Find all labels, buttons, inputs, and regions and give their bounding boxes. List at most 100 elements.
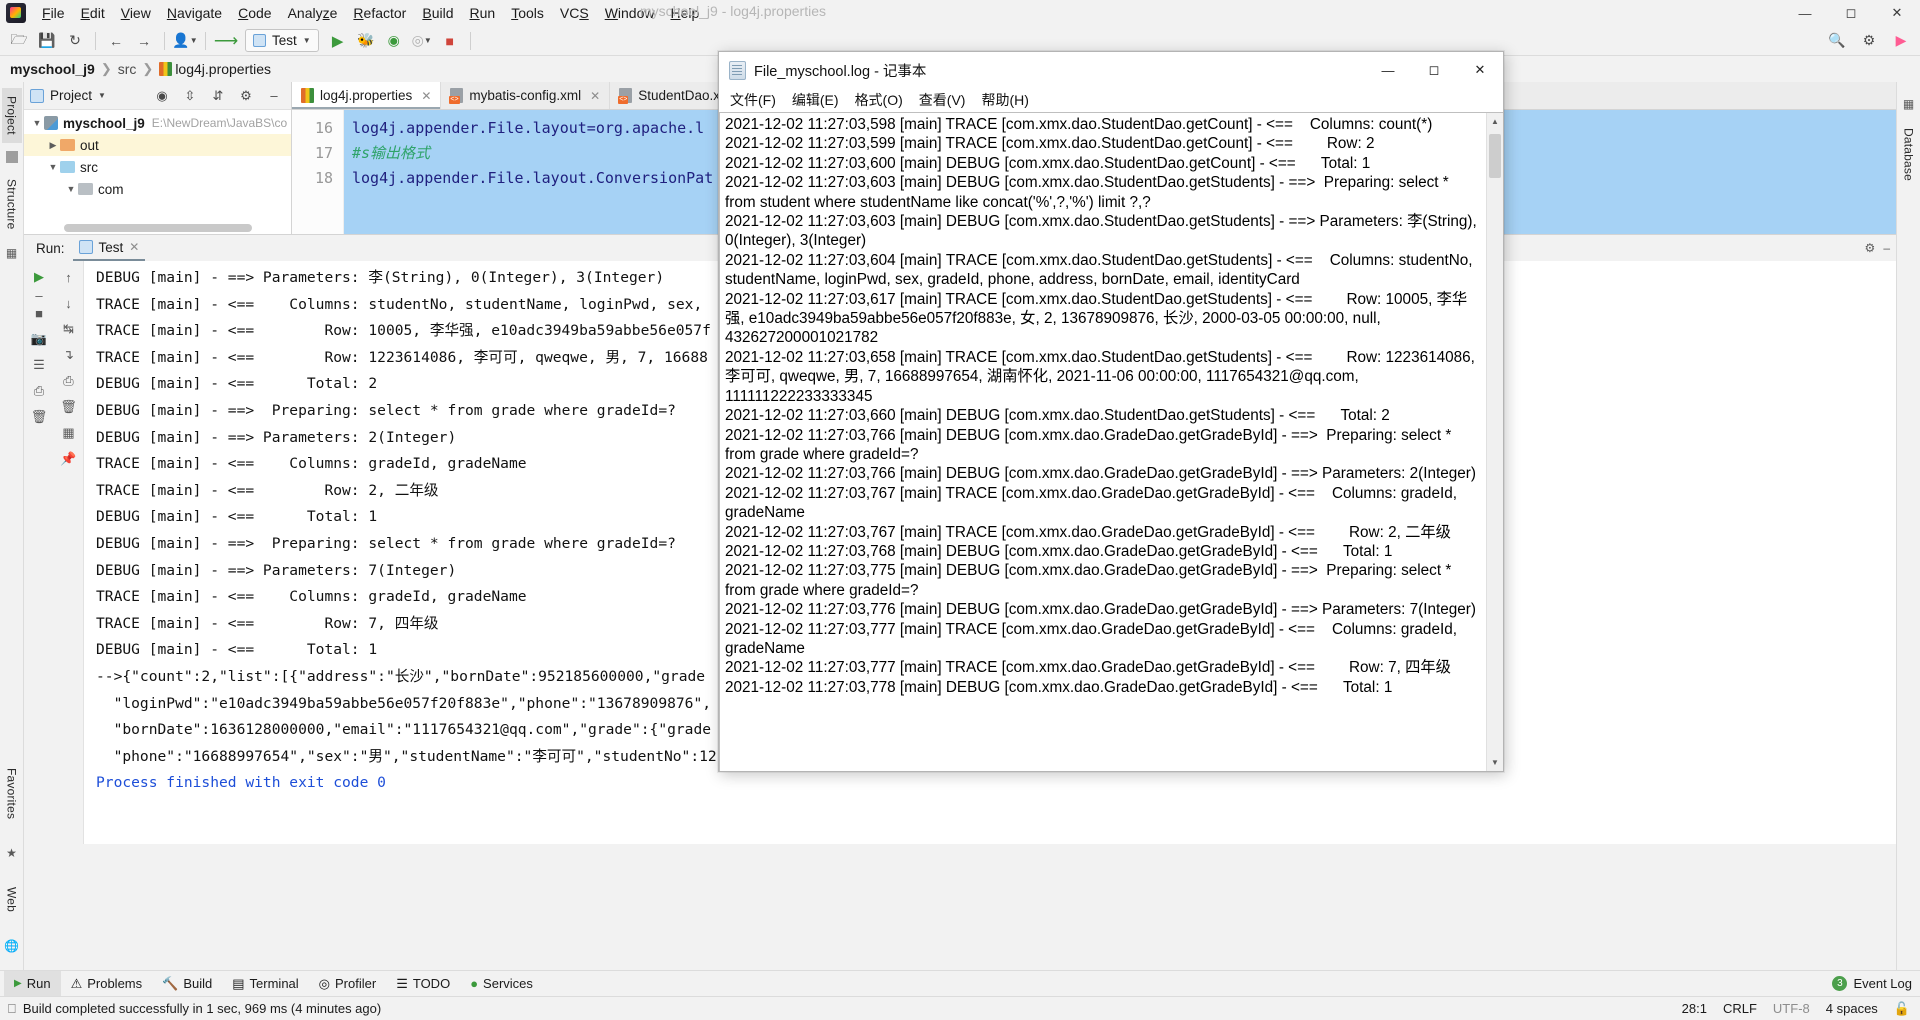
notepad-menu-help[interactable]: 帮助(H) [981, 90, 1028, 110]
hide-icon[interactable]: – [263, 85, 285, 107]
bottom-tab-problems[interactable]: ⚠ Problems [61, 971, 153, 997]
menu-view[interactable]: View [113, 3, 159, 23]
maximize-icon[interactable]: ◻ [1411, 52, 1457, 88]
globe-icon[interactable]: 🌐 [4, 938, 20, 954]
gear-icon[interactable]: ⚙ [1856, 29, 1882, 53]
soft-wrap-icon[interactable]: ↹ [57, 317, 81, 341]
menu-run[interactable]: Run [462, 3, 504, 23]
file-encoding[interactable]: UTF-8 [1773, 1001, 1810, 1016]
lock-icon[interactable]: 🔓 [1894, 1001, 1910, 1017]
grid-icon[interactable]: ▦ [57, 421, 81, 445]
locate-icon[interactable]: ◉ [151, 85, 173, 107]
run-configuration-selector[interactable]: Test ▼ [245, 29, 319, 52]
scroll-up-icon[interactable]: ▲ [1487, 113, 1503, 130]
database-grid-icon[interactable]: ▦ [1901, 96, 1917, 112]
profile-icon[interactable]: ◎ ▼ [409, 29, 435, 53]
tree-item-src[interactable]: ▼ src [24, 156, 291, 178]
sync-icon[interactable]: ↻ [62, 29, 88, 53]
back-arrow-icon[interactable]: ← [103, 29, 129, 53]
trash-icon[interactable]: 🗑 [27, 405, 51, 429]
scroll-down-icon[interactable]: ▼ [1487, 754, 1503, 771]
tab-mybatis-config-xml[interactable]: mybatis-config.xml ✕ [441, 82, 611, 109]
run-icon[interactable]: ▶ [325, 29, 351, 53]
gear-icon[interactable]: ⚙ [1865, 241, 1876, 255]
tab-log4j-properties[interactable]: log4j.properties ✕ [292, 82, 442, 109]
minimize-icon[interactable]: — [1782, 0, 1828, 26]
notepad-menu-format[interactable]: 格式(O) [855, 90, 903, 110]
menu-vcs[interactable]: VCS [552, 3, 597, 23]
bottom-tab-profiler[interactable]: ◎ Profiler [309, 971, 387, 997]
print-icon[interactable]: ⎙ [57, 369, 81, 393]
debug-icon[interactable]: 🐝 [353, 29, 379, 53]
pin-tab-icon[interactable]: ☰ [27, 353, 51, 377]
down-arrow-icon[interactable]: ↓ [57, 291, 81, 315]
tree-item-myschool[interactable]: ▼ myschool_j9 E:\NewDream\JavaBS\co [24, 112, 291, 134]
print-icon[interactable]: ⎙ [27, 379, 51, 403]
close-icon[interactable]: ✕ [421, 89, 431, 103]
menu-tools[interactable]: Tools [503, 3, 552, 23]
maximize-icon[interactable]: ◻ [1828, 0, 1874, 26]
scrollbar-thumb[interactable] [1489, 134, 1501, 178]
event-log-group[interactable]: 3 Event Log [1832, 976, 1912, 991]
collapse-all-icon[interactable]: ⇵ [207, 85, 229, 107]
menu-navigate[interactable]: Navigate [159, 3, 230, 23]
breadcrumb-file[interactable]: log4j.properties [159, 61, 271, 77]
breadcrumb-project[interactable]: myschool_j9 [10, 61, 95, 77]
trash-icon[interactable]: 🗑 [57, 395, 81, 419]
close-icon[interactable]: ✕ [1874, 0, 1920, 26]
close-icon[interactable]: ✕ [129, 240, 139, 254]
stop-icon[interactable]: ■ [27, 301, 51, 325]
tree-item-com[interactable]: ▼ com [24, 178, 291, 200]
gear-icon[interactable]: ⚙ [235, 85, 257, 107]
scroll-to-end-icon[interactable]: ↴ [57, 343, 81, 367]
forward-arrow-icon[interactable]: → [131, 29, 157, 53]
bottom-tab-build[interactable]: 🔨 Build [152, 971, 222, 997]
structure-icon[interactable]: ▦ [4, 245, 20, 261]
notepad-text-area[interactable]: 2021-12-02 11:27:03,598 [main] TRACE [co… [719, 112, 1503, 771]
bottom-tab-run[interactable]: ▶ Run [4, 970, 61, 997]
rerun-icon[interactable]: ▶ [27, 265, 51, 289]
bottom-tab-services[interactable]: ● Services [460, 971, 543, 997]
notepad-content[interactable]: 2021-12-02 11:27:03,598 [main] TRACE [co… [720, 113, 1486, 771]
notepad-scrollbar[interactable]: ▲ ▼ [1486, 113, 1503, 771]
chevron-down-icon[interactable]: ▼ [30, 118, 44, 128]
project-tree-horizontal-scrollbar[interactable] [64, 224, 252, 232]
up-arrow-icon[interactable]: ↑ [57, 265, 81, 289]
open-folder-icon[interactable]: 🗁 [6, 29, 32, 53]
menu-code[interactable]: Code [230, 3, 279, 23]
notepad-window[interactable]: File_myschool.log - 记事本 — ◻ ✕ 文件(F) 编辑(E… [718, 51, 1504, 772]
notepad-menu-edit[interactable]: 编辑(E) [792, 90, 839, 110]
line-separator[interactable]: CRLF [1723, 1001, 1757, 1016]
indent-setting[interactable]: 4 spaces [1826, 1001, 1878, 1016]
breadcrumb-folder[interactable]: src [118, 61, 137, 77]
menu-analyze[interactable]: Analyze [280, 3, 346, 23]
bottom-tab-terminal[interactable]: ▤ Terminal [222, 971, 308, 997]
search-icon[interactable]: 🔍 [1824, 29, 1850, 53]
close-icon[interactable]: ✕ [1457, 52, 1503, 88]
run-tab-test[interactable]: Test ✕ [72, 235, 146, 261]
menu-file[interactable]: File [34, 3, 73, 23]
minimize-icon[interactable]: — [1365, 52, 1411, 88]
menu-edit[interactable]: Edit [73, 3, 113, 23]
sidebar-item-structure[interactable]: Structure [2, 171, 22, 238]
menu-refactor[interactable]: Refactor [345, 3, 414, 23]
sidebar-item-web[interactable]: Web [2, 879, 22, 920]
chevron-down-icon[interactable]: ▼ [98, 91, 106, 100]
notepad-menu-file[interactable]: 文件(F) [730, 90, 776, 110]
chevron-right-icon[interactable]: ▶ [46, 140, 60, 151]
bottom-tab-todo[interactable]: ☰ TODO [386, 971, 460, 997]
star-icon[interactable]: ★ [4, 845, 20, 861]
sidebar-item-database[interactable]: Database [1899, 120, 1919, 189]
caret-position[interactable]: 28:1 [1682, 1001, 1707, 1016]
chevron-down-icon[interactable]: ▼ [64, 184, 78, 194]
notepad-title-bar[interactable]: File_myschool.log - 记事本 — ◻ ✕ [719, 52, 1503, 88]
minimize-icon[interactable]: – [1883, 241, 1890, 255]
ide-logo-icon[interactable]: ▶ [1888, 29, 1914, 53]
scrollbar-track[interactable] [1487, 130, 1503, 754]
run-with-coverage-icon[interactable]: ◉ [381, 29, 407, 53]
notepad-menu-view[interactable]: 查看(V) [919, 90, 966, 110]
update-project-icon[interactable]: ⟶ [213, 29, 239, 53]
chevron-down-icon[interactable]: ▼ [46, 162, 60, 172]
expand-all-icon[interactable]: ⇳ [179, 85, 201, 107]
sidebar-item-project[interactable]: Project [1, 88, 22, 143]
